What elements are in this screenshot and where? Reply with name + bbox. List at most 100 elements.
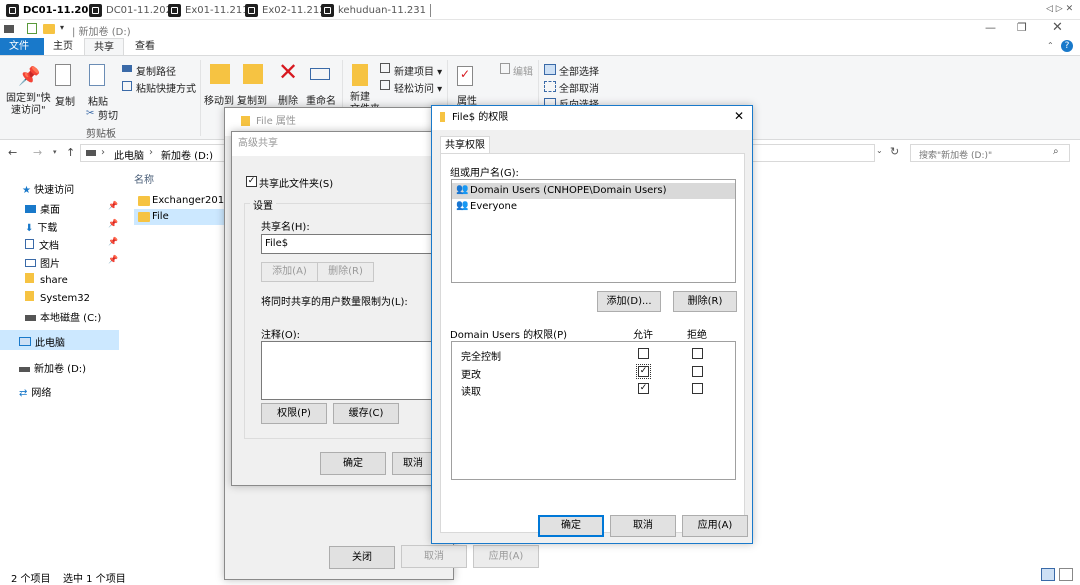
change-allow-checkbox[interactable]: ✓ — [636, 364, 651, 379]
pin-icon[interactable]: 📌 — [18, 66, 40, 87]
remove-button[interactable]: 删除(R) — [317, 262, 374, 282]
read-allow-checkbox[interactable]: ✓ — [638, 383, 649, 394]
sidebar-item-this-pc[interactable]: 此电脑 — [19, 334, 65, 349]
list-item[interactable]: File — [134, 209, 234, 225]
tab-home[interactable]: 主页 — [44, 38, 82, 55]
ok-button[interactable]: 确定 — [320, 452, 386, 475]
cancel-button[interactable]: 取消 — [610, 515, 676, 537]
close-button[interactable]: 关闭 — [329, 546, 395, 569]
tab-file[interactable]: 文件 — [0, 38, 44, 55]
delete-button[interactable]: 删除 — [278, 92, 298, 107]
sidebar-item-network[interactable]: ⇄ 网络 — [19, 384, 51, 399]
rename-icon[interactable] — [310, 68, 330, 80]
move-to-button[interactable]: 移动到 — [204, 92, 234, 107]
share-folder-checkbox[interactable]: ✓ — [246, 176, 257, 187]
deny-column-header: 拒绝 — [687, 330, 707, 341]
caching-button[interactable]: 缓存(C) — [333, 403, 399, 424]
select-all-button[interactable]: 全部选择 — [559, 63, 599, 78]
collapse-ribbon-icon[interactable]: ⌃ — [1047, 41, 1054, 50]
sidebar-item-documents[interactable]: 文档 — [25, 237, 59, 252]
copy-to-button[interactable]: 复制到 — [237, 92, 267, 107]
group-user-label: 组或用户名(G): — [450, 168, 519, 179]
list-item[interactable]: Exchanger2016D — [134, 193, 238, 209]
edit-button[interactable]: 编辑 — [513, 63, 533, 78]
drive-icon — [86, 150, 96, 156]
copy-button[interactable]: 复制 — [55, 93, 75, 108]
qat-dropdown-icon[interactable]: ▾ — [60, 23, 64, 32]
details-view-icon[interactable] — [1041, 568, 1055, 581]
add-user-button[interactable]: 添加(D)... — [597, 291, 661, 312]
sidebar-item-system32[interactable]: System32 — [25, 291, 90, 304]
up-icon[interactable]: ↑ — [66, 146, 75, 159]
add-button[interactable]: 添加(A) — [261, 262, 318, 282]
breadcrumb-drive-d[interactable]: 新加卷 (D:) — [161, 147, 213, 162]
list-item[interactable]: 👥 Everyone — [452, 199, 735, 215]
new-item-button[interactable]: 新建项目 ▾ — [394, 63, 442, 78]
file-props-cancel-button[interactable]: 取消 — [401, 545, 467, 568]
share-name-label: 共享名(H): — [261, 222, 310, 233]
select-none-button[interactable]: 全部取消 — [559, 80, 599, 95]
sidebar-item-drive-d[interactable]: 新加卷 (D:) — [19, 360, 86, 375]
tab-share[interactable]: 共享 — [84, 38, 124, 55]
tab-view[interactable]: 查看 — [126, 38, 164, 55]
share-name-input[interactable]: File$ — [261, 234, 452, 254]
apply-button[interactable]: 应用(A) — [682, 515, 748, 537]
rdp-tab-ex01[interactable]: Ex01-11.211 — [168, 3, 254, 18]
tab-share-permissions[interactable]: 共享权限 — [440, 136, 490, 154]
cut-button[interactable]: 剪切 — [98, 107, 118, 122]
breadcrumb-this-pc[interactable]: 此电脑 — [114, 147, 144, 162]
copy-icon[interactable] — [55, 64, 71, 86]
pin-quick-access-button[interactable]: 固定到"快 速访问" — [6, 93, 51, 117]
full-control-deny-checkbox[interactable] — [692, 348, 703, 359]
rdp-tab-dc01-201[interactable]: DC01-11.201 — [6, 3, 101, 18]
sidebar-item-desktop[interactable]: 桌面 — [25, 201, 60, 216]
ok-button[interactable]: 确定 — [538, 515, 604, 537]
large-icons-view-icon[interactable] — [1059, 568, 1073, 581]
paste-button[interactable]: 粘贴 — [88, 93, 108, 108]
rdp-tab-ex02[interactable]: Ex02-11.212 — [245, 3, 331, 18]
search-input[interactable]: 搜索"新加卷 (D:)" ⌕ — [910, 144, 1070, 162]
rename-button[interactable]: 重命名 — [306, 92, 336, 107]
refresh-icon[interactable]: ↻ — [890, 145, 899, 158]
close-icon[interactable]: ✕ — [1052, 20, 1063, 35]
scissors-icon: ✂ — [86, 108, 95, 119]
change-deny-checkbox[interactable] — [692, 366, 703, 377]
properties-icon[interactable] — [27, 23, 37, 34]
copy-path-button[interactable]: 复制路径 — [136, 63, 176, 78]
read-deny-checkbox[interactable] — [692, 383, 703, 394]
tab-scroll-arrows[interactable]: ◁ ▷ ✕ — [1046, 4, 1073, 14]
forward-icon[interactable]: → — [33, 146, 42, 159]
sidebar-item-pictures[interactable]: 图片 — [25, 255, 60, 270]
paste-icon[interactable] — [89, 64, 105, 86]
back-icon[interactable]: ← — [8, 146, 17, 159]
column-header-name[interactable]: 名称 — [134, 171, 154, 186]
easy-access-button[interactable]: 轻松访问 ▾ — [394, 80, 442, 95]
folder-icon[interactable] — [43, 24, 55, 34]
restore-icon[interactable]: ❐ — [1017, 21, 1027, 34]
rdp-tab-dc01-202[interactable]: DC01-11.202 — [89, 3, 178, 18]
settings-group-label: 设置 — [250, 197, 276, 212]
list-item-selected[interactable]: 👥 Domain Users (CNHOPE\Domain Users) — [452, 183, 735, 199]
sidebar-item-downloads[interactable]: ⬇ 下载 — [25, 219, 57, 234]
search-icon[interactable]: ⌕ — [1053, 146, 1059, 157]
sidebar-item-quick-access[interactable]: ★ 快速访问 — [22, 181, 74, 196]
file-props-apply-button[interactable]: 应用(A) — [473, 545, 539, 568]
new-folder-icon[interactable] — [352, 64, 368, 86]
paste-shortcut-button[interactable]: 粘贴快捷方式 — [136, 80, 196, 95]
copy-to-icon[interactable] — [243, 64, 263, 84]
move-to-icon[interactable] — [210, 64, 230, 84]
full-control-allow-checkbox[interactable] — [638, 348, 649, 359]
properties-icon[interactable]: ✓ — [457, 66, 473, 86]
recent-dropdown-icon[interactable]: ▾ — [53, 148, 57, 156]
remove-user-button[interactable]: 删除(R) — [673, 291, 737, 312]
permissions-button[interactable]: 权限(P) — [261, 403, 327, 424]
delete-icon[interactable]: ✕ — [278, 58, 298, 86]
address-dropdown-icon[interactable]: ⌄ — [876, 146, 883, 155]
comment-input[interactable] — [261, 341, 452, 400]
sidebar-item-local-disk-c[interactable]: 本地磁盘 (C:) — [25, 309, 101, 324]
rdp-tab-kehuduan[interactable]: kehuduan-11.231 — [321, 3, 432, 18]
sidebar-item-share[interactable]: share — [25, 273, 68, 286]
help-icon[interactable]: ? — [1061, 40, 1073, 52]
close-icon[interactable]: ✕ — [734, 109, 744, 123]
minimize-icon[interactable]: — — [985, 21, 996, 34]
